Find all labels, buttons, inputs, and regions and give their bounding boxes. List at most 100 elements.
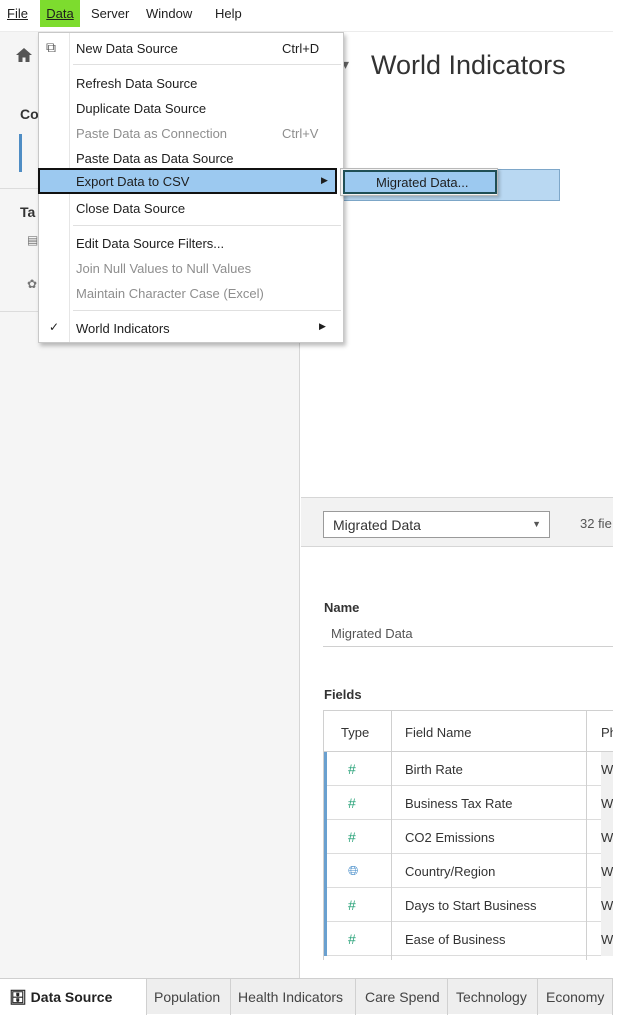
table-row[interactable]: 🌐︎ Country/Region W (324, 854, 613, 888)
row-marker (324, 888, 327, 922)
row-marker (324, 820, 327, 854)
menu-item-label: Paste Data as Data Source (76, 151, 234, 166)
column-divider (586, 711, 587, 960)
name-label: Name (324, 600, 360, 615)
chevron-right-icon: ▶ (321, 175, 328, 185)
table-select[interactable]: Migrated Data ▼ (323, 511, 550, 538)
export-submenu: Migrated Data... (340, 168, 498, 196)
physical-table: W (601, 820, 613, 854)
menu-item-label: Refresh Data Source (76, 76, 198, 91)
field-name: CO2 Emissions (405, 830, 495, 845)
menu-item-label: Duplicate Data Source (76, 101, 207, 116)
menu-item-label: Close Data Source (76, 201, 186, 216)
field-name: Ease of Business (405, 932, 506, 947)
number-type-icon[interactable]: # (348, 931, 356, 947)
menu-item-duplicate-data-source[interactable]: Duplicate Data Source (39, 96, 343, 120)
column-header-physical-table[interactable]: Ph (601, 725, 613, 740)
number-type-icon[interactable]: # (348, 795, 356, 811)
menu-window[interactable]: Window (143, 0, 195, 27)
number-type-icon[interactable]: # (348, 897, 356, 913)
menu-file-label: File (7, 6, 28, 21)
data-menu: ⧉ New Data Source Ctrl+D Refresh Data So… (38, 32, 344, 343)
menu-item-label: Export Data to CSV (76, 174, 190, 189)
field-name: Birth Rate (405, 762, 463, 777)
number-type-icon[interactable]: # (348, 761, 356, 777)
row-marker (324, 752, 327, 786)
table-header: Type Field Name Ph (324, 711, 613, 752)
number-type-icon[interactable]: # (348, 829, 356, 845)
menu-item-label: World Indicators (76, 321, 170, 336)
tab-data-source[interactable]: 🗄︎ Data Source (0, 979, 147, 1015)
field-name: Business Tax Rate (405, 796, 513, 811)
physical-table: W (601, 752, 613, 786)
sheet-tabs: 🗄︎ Data Source Population Health Indicat… (0, 978, 613, 1015)
menu-bar: File Data Server Window Help (0, 0, 613, 32)
new-data-source-icon: ⧉ (46, 39, 56, 55)
physical-table: W (601, 888, 613, 922)
table-row[interactable]: # Birth Rate W (324, 752, 613, 786)
menu-separator (73, 225, 341, 226)
tab-technology[interactable]: Technology (448, 979, 538, 1015)
fields-count: 32 fie (580, 516, 612, 531)
menu-item-close-data-source[interactable]: Close Data Source (39, 196, 343, 220)
field-name: Days to Start Business (405, 898, 537, 913)
table-row[interactable]: # Days to Start Business W (324, 888, 613, 922)
database-icon: 🗄︎ (9, 989, 27, 1005)
name-value[interactable]: Migrated Data (331, 626, 413, 641)
menu-item-label: Paste Data as Connection (76, 126, 228, 141)
column-header-field-name[interactable]: Field Name (405, 725, 471, 740)
physical-table: W (601, 854, 613, 888)
tab-economy[interactable]: Economy (538, 979, 613, 1015)
table-row[interactable]: # Business Tax Rate W (324, 786, 613, 820)
menu-item-world-indicators[interactable]: ✓ World Indicators ▶ (39, 316, 343, 340)
column-header-type[interactable]: Type (341, 725, 369, 740)
fields-table: Type Field Name Ph # Birth Rate W # Busi… (323, 710, 613, 960)
menu-data-label: Data (46, 6, 74, 21)
connection-item[interactable] (19, 134, 22, 172)
tab-population[interactable]: Population (147, 979, 231, 1015)
menu-item-label: Join Null Values to Null Values (76, 261, 252, 276)
submenu-item-migrated-data[interactable]: Migrated Data... (343, 170, 497, 194)
fields-label: Fields (324, 687, 362, 702)
connections-heading: Co (20, 106, 39, 122)
menu-server[interactable]: Server (88, 0, 132, 27)
menu-item-label: Edit Data Source Filters... (76, 236, 225, 251)
menu-item-new-data-source[interactable]: ⧉ New Data Source Ctrl+D (39, 36, 343, 60)
table-icon: ▤ (27, 233, 39, 247)
row-marker (324, 922, 327, 956)
menu-separator (73, 64, 341, 65)
tab-health-indicators[interactable]: Health Indicators (231, 979, 356, 1015)
home-icon[interactable] (14, 45, 34, 65)
datasource-title[interactable]: World Indicators (371, 50, 566, 81)
chevron-down-icon: ▼ (532, 519, 541, 529)
menu-item-shortcut: Ctrl+D (282, 41, 320, 56)
menu-item-refresh-data-source[interactable]: Refresh Data Source (39, 71, 343, 95)
menu-file[interactable]: File (4, 0, 31, 27)
new-union-icon[interactable]: ✿ (27, 277, 37, 291)
globe-icon[interactable]: 🌐︎ (348, 863, 358, 879)
physical-table: W (601, 786, 613, 820)
menu-separator (73, 310, 341, 311)
menu-item-export-to-csv[interactable]: Export Data to CSV ▶ (38, 168, 337, 194)
tab-care-spend[interactable]: Care Spend (356, 979, 448, 1015)
menu-item-label: New Data Source (76, 41, 178, 56)
row-marker (324, 786, 327, 820)
check-icon: ✓ (49, 320, 60, 334)
menu-help[interactable]: Help (212, 0, 245, 27)
menu-data[interactable]: Data (40, 0, 80, 27)
table-row[interactable]: # Ease of Business W (324, 922, 613, 956)
menu-item-paste-as-connection: Paste Data as Connection Ctrl+V (39, 121, 343, 145)
menu-item-label: Maintain Character Case (Excel) (76, 286, 264, 301)
field-name: Country/Region (405, 864, 496, 879)
table-row[interactable]: # CO2 Emissions W (324, 820, 613, 854)
divider (323, 646, 613, 647)
menu-item-shortcut: Ctrl+V (282, 126, 319, 141)
menu-item-paste-as-data-source[interactable]: Paste Data as Data Source (39, 146, 343, 170)
chevron-right-icon: ▶ (319, 321, 326, 331)
tables-heading: Ta (20, 204, 36, 220)
physical-table: W (601, 922, 613, 956)
menu-item-join-null-values: Join Null Values to Null Values (39, 256, 343, 280)
column-divider (391, 711, 392, 960)
menu-item-edit-filters[interactable]: Edit Data Source Filters... (39, 231, 343, 255)
row-marker (324, 854, 327, 888)
